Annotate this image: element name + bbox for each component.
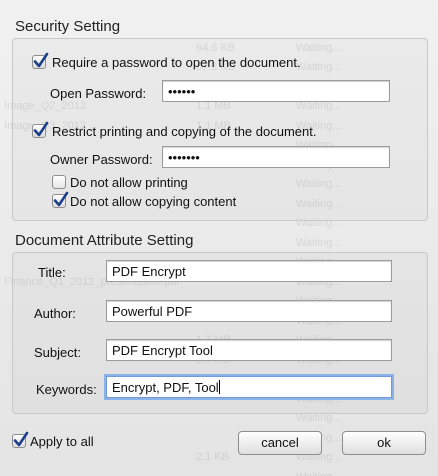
security-section-title: Security Setting [15, 18, 121, 35]
apply-to-all-checkbox[interactable] [12, 431, 29, 448]
author-label: Author: [34, 306, 76, 321]
background-list-row: Waiting... [0, 467, 438, 476]
attributes-section-title: Document Attribute Setting [15, 232, 194, 249]
no-printing-label[interactable]: Do not allow printing [70, 175, 188, 190]
ok-button[interactable]: ok [342, 431, 426, 455]
no-copying-checkbox[interactable] [52, 191, 69, 208]
background-list-status: Waiting... [296, 471, 341, 476]
require-password-label[interactable]: Require a password to open the document. [52, 55, 301, 70]
title-field[interactable]: PDF Encrypt [106, 260, 392, 282]
open-password-field[interactable]: •••••• [162, 80, 390, 102]
background-list-size: 2.1 KB [196, 451, 230, 463]
no-copying-label[interactable]: Do not allow copying content [70, 194, 236, 209]
owner-password-label: Owner Password: [50, 152, 153, 167]
no-printing-checkbox[interactable] [52, 175, 66, 189]
owner-password-field[interactable]: ••••••• [162, 146, 390, 168]
text-caret [218, 380, 220, 394]
keywords-label: Keywords: [36, 382, 97, 397]
checkmark-icon [33, 52, 49, 68]
require-password-checkbox[interactable] [32, 52, 49, 69]
checkmark-icon [33, 121, 49, 137]
cancel-button[interactable]: cancel [238, 431, 322, 455]
subject-label: Subject: [34, 345, 81, 360]
subject-field[interactable]: PDF Encrypt Tool [106, 339, 392, 361]
open-password-label: Open Password: [50, 86, 147, 101]
keywords-field[interactable]: Encrypt, PDF, Tool [106, 376, 392, 398]
background-list-status: Waiting... [296, 236, 342, 249]
author-field[interactable]: Powerful PDF [106, 300, 392, 322]
title-label: Title: [38, 265, 66, 280]
apply-to-all-label[interactable]: Apply to all [30, 434, 94, 449]
keywords-value: Encrypt, PDF, Tool [112, 380, 219, 395]
restrict-printing-checkbox[interactable] [32, 121, 49, 138]
security-settings-dialog: 64.6 KBWaiting...67.2 KBWaiting...69.3 K… [0, 0, 438, 476]
checkmark-icon [53, 191, 69, 207]
restrict-printing-label[interactable]: Restrict printing and copying of the doc… [52, 124, 316, 139]
checkmark-icon [13, 431, 29, 447]
